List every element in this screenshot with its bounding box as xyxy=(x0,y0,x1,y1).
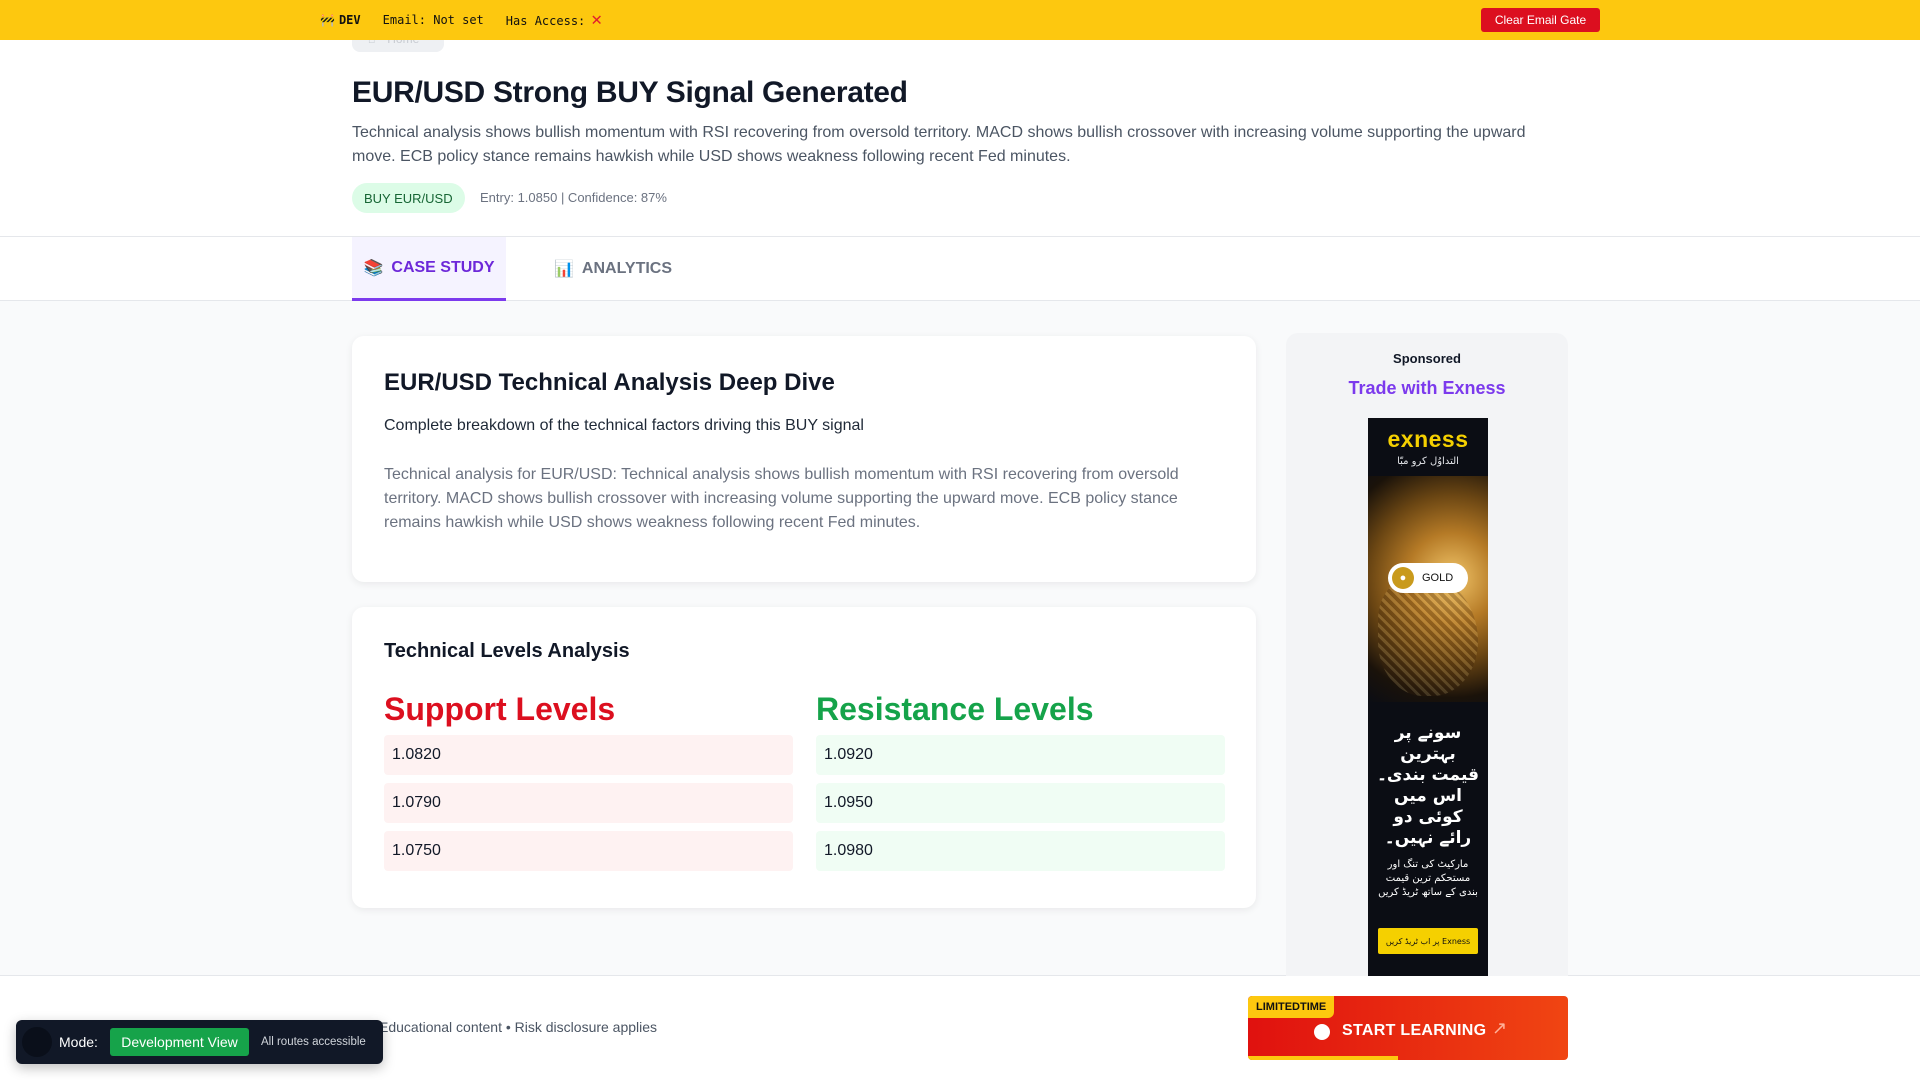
sponsored-sidebar: Sponsored Trade with Exness exness التدا… xyxy=(1286,333,1568,976)
clear-email-gate-button[interactable]: Clear Email Gate xyxy=(1481,8,1600,32)
resistance-level: 1.0920 xyxy=(816,735,1225,775)
ad-tagline: التداوُل كرو مبّا xyxy=(1397,456,1459,467)
tab-case-study[interactable]: 📚 CASE STUDY xyxy=(352,237,506,301)
tab-analytics[interactable]: 📊 ANALYTICS xyxy=(554,237,672,301)
dev-status: 🚧 DEV Email: Not set Has Access: ✕ xyxy=(320,0,602,40)
support-levels: Support Levels 1.0820 1.0790 1.0750 xyxy=(384,687,793,871)
footer-disclaimer: Educational content • Risk disclosure ap… xyxy=(379,1019,658,1035)
case-study-card: EUR/USD Technical Analysis Deep Dive Com… xyxy=(352,336,1256,582)
gold-coin-icon: ● xyxy=(1392,567,1414,589)
access-status: Has Access: ✕ xyxy=(506,11,602,29)
books-icon: 📚 xyxy=(363,259,384,277)
signal-meta: Entry: 1.0850 | Confidence: 87% xyxy=(480,190,667,205)
sponsored-label: Sponsored xyxy=(1393,351,1461,366)
mode-avatar xyxy=(22,1027,52,1057)
gold-label: GOLD xyxy=(1422,572,1454,584)
mode-panel: Mode: Development View All routes access… xyxy=(16,1020,383,1064)
resistance-level: 1.0980 xyxy=(816,831,1225,871)
cross-icon: ✕ xyxy=(591,9,603,30)
development-view-button[interactable]: Development View xyxy=(110,1028,249,1056)
case-study-body: Technical analysis for EUR/USD: Technica… xyxy=(384,466,1179,531)
bar-chart-icon: 📊 xyxy=(554,261,574,278)
ad-title[interactable]: Trade with Exness xyxy=(1286,378,1568,399)
signal-header: EUR/USD Strong BUY Signal Generated Tech… xyxy=(0,40,1920,237)
resistance-levels-title: Resistance Levels xyxy=(816,691,1094,727)
tab-bar: 📚 CASE STUDY 📊 ANALYTICS xyxy=(0,237,1920,301)
technical-levels-title: Technical Levels Analysis xyxy=(384,640,630,662)
case-study-subtitle: Complete breakdown of the technical fact… xyxy=(384,417,864,434)
signal-badge: BUY EUR/USD xyxy=(352,183,465,213)
technical-levels-card: Technical Levels Analysis Support Levels… xyxy=(352,607,1256,908)
signal-description: Technical analysis shows bullish momentu… xyxy=(352,124,1526,165)
email-status: Email: Not set xyxy=(382,13,484,27)
main-content: EUR/USD Technical Analysis Deep Dive Com… xyxy=(0,301,1920,976)
support-level: 1.0820 xyxy=(384,735,793,775)
promo-progress-bar xyxy=(1248,1056,1398,1060)
tab-analytics-label: ANALYTICS xyxy=(581,260,673,277)
resistance-levels: Resistance Levels 1.0920 1.0950 1.0980 xyxy=(816,687,1225,871)
promo-text: START LEARNING xyxy=(1342,1022,1487,1039)
dev-label: DEV xyxy=(338,13,361,27)
exness-ad-banner[interactable]: exness التداوُل كرو مبّا ● GOLD سونے پر … xyxy=(1368,418,1488,976)
dev-tag: 🚧 DEV xyxy=(320,13,361,27)
gold-pill: ● GOLD xyxy=(1388,563,1468,593)
resistance-level: 1.0950 xyxy=(816,783,1225,823)
construction-icon: 🚧 xyxy=(320,13,335,27)
case-study-title: EUR/USD Technical Analysis Deep Dive xyxy=(384,369,835,396)
start-learning-promo[interactable]: LIMITEDTIME START LEARNING ↗ xyxy=(1248,996,1568,1060)
support-levels-title: Support Levels xyxy=(384,691,616,727)
ad-headline: سونے پر بہترین قیمت بندی۔ اس میں کوئی دو… xyxy=(1376,723,1480,848)
exness-logo: exness xyxy=(1387,426,1469,452)
support-level: 1.0750 xyxy=(384,831,793,871)
tab-case-study-label: CASE STUDY xyxy=(391,258,495,276)
page-title: EUR/USD Strong BUY Signal Generated xyxy=(352,76,908,109)
ad-small-text: مارکیٹ کی تنگ اور مستحکم ترین قیمت بندی … xyxy=(1378,859,1478,898)
limited-time-ribbon: LIMITEDTIME xyxy=(1248,996,1335,1018)
mode-note: All routes accessible xyxy=(261,1036,366,1048)
access-label: Has Access: xyxy=(505,14,586,28)
support-level: 1.0790 xyxy=(384,783,793,823)
record-dot-icon xyxy=(1314,1024,1330,1040)
mode-label: Mode: xyxy=(59,1034,98,1050)
dev-bar: 🚧 DEV Email: Not set Has Access: ✕ Clear … xyxy=(0,0,1920,40)
arrow-up-right-icon: ↗ xyxy=(1492,1018,1508,1038)
ad-cta-button[interactable]: Exness پر اب ٹریڈ کریں xyxy=(1378,928,1478,954)
